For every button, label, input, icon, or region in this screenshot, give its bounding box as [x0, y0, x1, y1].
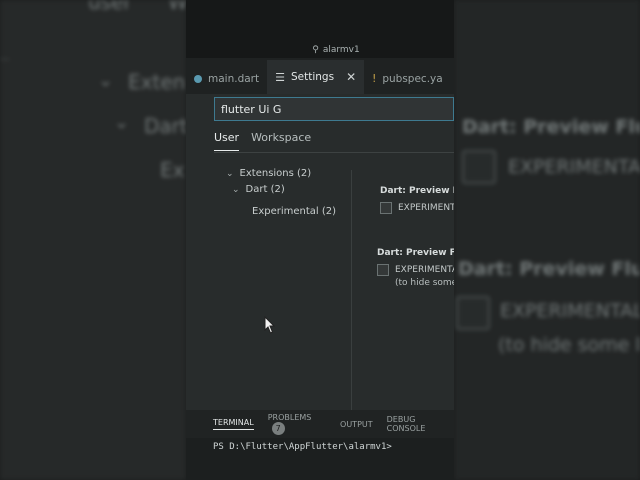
- chevron-down-icon: ⌄: [226, 168, 234, 179]
- toc-label: Experimental (2): [252, 206, 337, 217]
- settings-icon: ☰: [275, 70, 285, 84]
- tab-pubspec[interactable]: ! pubspec.ya: [364, 64, 451, 94]
- tab-debug-console[interactable]: DEBUG CONSOLE: [387, 415, 454, 433]
- bg-chevron: ⌄: [98, 70, 114, 91]
- command-center-search[interactable]: ⚲ alarmv1: [226, 40, 446, 60]
- settings-editor: flutter Ui G User Workspace ⌄ Extensions…: [186, 94, 454, 410]
- tab-label: PROBLEMS: [267, 413, 312, 422]
- bg-text-w: W: [168, 0, 186, 14]
- title-bar: ⚲ alarmv1: [186, 0, 454, 58]
- bg-text-dart: Dart: [144, 114, 186, 138]
- setting-title: Dart: Preview Flut: [380, 186, 454, 196]
- background-left-blurred: user W ⌄ Extens ⌄ Dart Ex ...: [0, 0, 186, 480]
- bg-text-user: user: [88, 0, 132, 14]
- tab-output[interactable]: OUTPUT: [340, 420, 373, 429]
- setting-checkbox[interactable]: [377, 264, 389, 276]
- tab-workspace[interactable]: Workspace: [251, 131, 311, 151]
- bg-setting-title: Dart: Preview Flut: [462, 116, 640, 138]
- terminal-prompt: PS D:\Flutter\AppFlutter\alarmv1>: [213, 442, 392, 452]
- divider: [214, 152, 454, 153]
- dart-file-icon: [194, 75, 202, 83]
- setting-item: Dart: Preview Flut EXPERIMENTA: [380, 186, 454, 214]
- setting-title: Dart: Preview Flutt: [377, 248, 454, 258]
- checkbox-label: EXPERIMENTAL: [395, 265, 454, 275]
- bg-setting-title: Dart: Preview Flutt: [458, 258, 640, 280]
- tab-terminal[interactable]: TERMINAL: [213, 418, 254, 430]
- chevron-down-icon: ⌄: [232, 184, 240, 195]
- tab-settings[interactable]: ☰ Settings ✕: [267, 60, 365, 94]
- tab-problems[interactable]: PROBLEMS7: [268, 413, 326, 435]
- bg-checkbox-label: EXPERIMENTAL: [500, 300, 640, 322]
- toc-item-dart[interactable]: ⌄ Dart (2): [232, 184, 285, 195]
- tab-label: main.dart: [208, 73, 260, 85]
- bg-checkbox: [456, 296, 490, 330]
- terminal[interactable]: PS D:\Flutter\AppFlutter\alarmv1>: [186, 438, 454, 480]
- yaml-file-icon: !: [372, 73, 377, 85]
- bg-text-extensions: Extens: [128, 70, 186, 94]
- tab-main-dart[interactable]: main.dart: [186, 64, 267, 94]
- search-icon: ⚲: [312, 45, 319, 55]
- toc-label: Dart (2): [245, 184, 285, 195]
- window-title: alarmv1: [322, 45, 360, 55]
- editor-tab-bar: main.dart ☰ Settings ✕ ! pubspec.ya: [186, 58, 454, 94]
- settings-scope-tabs: User Workspace: [214, 131, 311, 151]
- tab-label: Settings: [290, 71, 335, 83]
- panel-tab-bar: TERMINAL PROBLEMS7 OUTPUT DEBUG CONSOLE: [186, 410, 454, 438]
- checkbox-label: EXPERIMENTA: [398, 203, 454, 213]
- tab-label: pubspec.ya: [382, 73, 443, 85]
- setting-checkbox[interactable]: [380, 202, 392, 214]
- bg-checkbox: [462, 150, 496, 184]
- toc-label: Extensions (2): [239, 168, 312, 179]
- mouse-cursor-icon: [264, 316, 276, 334]
- background-right-blurred: Dart: Preview Flut EXPERIMENTAL Dart: Pr…: [454, 0, 640, 480]
- toc-item-experimental[interactable]: Experimental (2): [252, 206, 336, 217]
- problems-count-badge: 7: [271, 422, 285, 435]
- vscode-window: ⚲ alarmv1 main.dart ☰ Settings ✕ ! pubsp…: [186, 0, 454, 480]
- settings-search-input[interactable]: flutter Ui G: [214, 97, 454, 121]
- bg-chevron: ⌄: [114, 112, 130, 133]
- toc-item-extensions[interactable]: ⌄ Extensions (2): [226, 168, 311, 179]
- tab-user[interactable]: User: [214, 131, 240, 151]
- settings-divider: [351, 170, 352, 410]
- setting-description: (to hide some l: [395, 278, 454, 288]
- setting-item: Dart: Preview Flutt EXPERIMENTAL (to hid…: [377, 248, 454, 288]
- close-icon[interactable]: ✕: [346, 70, 356, 84]
- bg-checkbox-label: EXPERIMENTAL: [508, 156, 640, 178]
- bg-dots: ...: [0, 52, 10, 63]
- bg-description: (to hide some l: [498, 334, 640, 356]
- bg-text-ex: Ex: [160, 158, 185, 182]
